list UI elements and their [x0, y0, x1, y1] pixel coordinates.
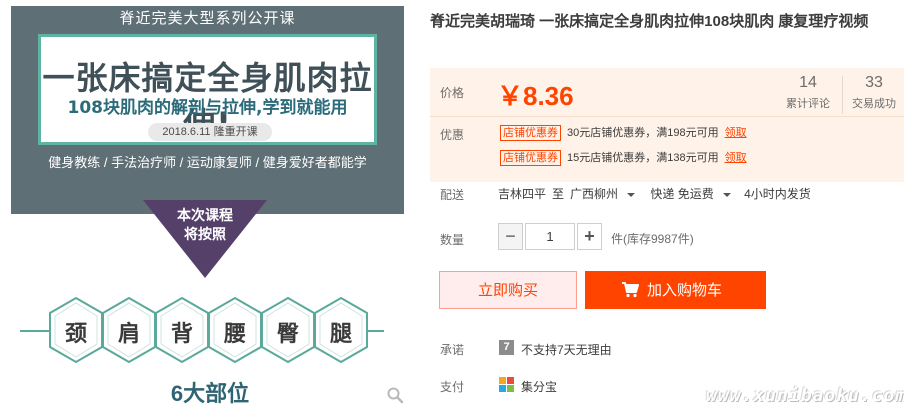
shipping-destination-select[interactable]: 广西柳州 [570, 187, 636, 201]
shipping-dispatch-time: 4小时内发货 [744, 187, 811, 201]
reviews-stat[interactable]: 14 累计评论 [779, 74, 837, 111]
banner-audience: 健身教练 / 手法治疗师 / 运动康复师 / 健身爱好者都能学 [48, 155, 367, 170]
hex-label: 腿 [329, 321, 352, 346]
arrow-text-line-2: 将按照 [184, 226, 226, 242]
coupon-row: 店铺优惠券 15元店铺优惠券，满138元可用 领取 [500, 150, 747, 167]
coupon-tag: 店铺优惠券 [500, 125, 561, 141]
hexagon-leg: 腿 [313, 296, 369, 364]
chevron-down-icon [722, 192, 731, 197]
shipping-method: 快递 免运费 [650, 187, 714, 201]
hex-label: 背 [170, 321, 193, 346]
reviews-count: 14 [799, 74, 817, 91]
magnifier-icon[interactable] [386, 386, 404, 404]
no-return-icon: 7 [499, 340, 514, 355]
price-label: 价格 [440, 86, 465, 100]
shipping-method-select[interactable]: 快递 免运费 [650, 187, 731, 201]
payment-label: 支付 [440, 380, 465, 394]
banner-series-label: 脊近完美大型系列公开课 [119, 10, 296, 27]
hexagon-waist: 腰 [207, 296, 263, 364]
promo-label: 优惠 [440, 128, 465, 142]
stock-text: 件(库存9987件) [611, 232, 694, 246]
parts-count-label: 6大部位 [170, 381, 250, 406]
stat-divider [842, 76, 843, 114]
arrow-text-line-1: 本次课程 [177, 207, 233, 223]
hexagon-hip: 臀 [260, 296, 316, 364]
hexagon-shoulder: 肩 [101, 296, 157, 364]
sales-stat: 33 交易成功 [845, 74, 903, 111]
shipping-destination: 广西柳州 [570, 187, 619, 201]
hexagon-neck: 颈 [48, 296, 104, 364]
product-title: 脊近完美胡瑞琦 一张床搞定全身肌肉拉伸108块肌肉 康复理疗视频 [430, 13, 869, 30]
quantity-decrease-button[interactable]: − [498, 223, 523, 250]
cart-icon [622, 282, 639, 298]
reviews-caption: 累计评论 [786, 98, 830, 110]
quantity-input[interactable] [525, 223, 575, 250]
sales-caption: 交易成功 [852, 98, 896, 110]
hex-label: 颈 [64, 321, 87, 346]
jifenbao-icon [499, 377, 514, 392]
quantity-label: 数量 [440, 233, 465, 247]
site-watermark: www.xunibaoku.com [706, 385, 904, 406]
price-panel: 价格 ￥8.36 14 累计评论 33 交易成功 优惠 店铺优惠券 30元店铺优惠… [430, 68, 904, 182]
coupon-claim-link[interactable]: 领取 [725, 150, 747, 166]
coupon-text: 30元店铺优惠券，满198元可用 [567, 127, 719, 139]
coupon-claim-link[interactable]: 领取 [725, 125, 747, 141]
add-to-cart-label: 加入购物车 [647, 281, 723, 299]
hex-label: 腰 [223, 321, 246, 346]
shipping-origin: 吉林四平 [498, 187, 547, 201]
body-parts-row: 颈 肩 背 腰 臀 腿 [48, 296, 368, 364]
promise-text: 不支持7天无理由 [521, 343, 612, 357]
hexagon-back: 背 [154, 296, 210, 364]
hex-label: 臀 [276, 321, 299, 346]
shipping-to-word: 至 [552, 187, 565, 201]
shipping-label: 配送 [440, 188, 465, 202]
coupon-tag: 店铺优惠券 [500, 150, 561, 166]
coupon-row: 店铺优惠券 30元店铺优惠券，满198元可用 领取 [500, 125, 747, 142]
price-value: ￥8.36 [497, 81, 574, 111]
add-to-cart-button[interactable]: 加入购物车 [585, 271, 766, 309]
shipping-row: 吉林四平至广西柳州 快递 免运费 4小时内发货 [498, 185, 817, 202]
banner-subheadline: 108块肌肉的解剖与拉伸,学到就能用 [67, 98, 348, 118]
buy-now-button[interactable]: 立即购买 [439, 271, 577, 309]
hex-label: 肩 [117, 321, 140, 346]
product-main-image[interactable]: 脊近完美大型系列公开课 一张床搞定全身肌肉拉伸! 108块肌肉的解剖与拉伸,学到… [0, 0, 420, 411]
payment-method-text: 集分宝 [521, 380, 558, 394]
sales-count: 33 [865, 74, 883, 91]
promise-label: 承诺 [440, 343, 465, 357]
banner-card: 一张床搞定全身肌肉拉伸! 108块肌肉的解剖与拉伸,学到就能用 2018.6.1… [38, 34, 377, 145]
promo-divider [430, 116, 904, 117]
arrow-text: 本次课程 将按照 [150, 206, 260, 244]
quantity-increase-button[interactable]: + [577, 223, 602, 250]
chevron-down-icon [627, 192, 636, 197]
coupon-text: 15元店铺优惠券，满138元可用 [567, 152, 719, 164]
course-banner: 脊近完美大型系列公开课 一张床搞定全身肌肉拉伸! 108块肌肉的解剖与拉伸,学到… [11, 6, 404, 214]
banner-date-badge: 2018.6.11 隆重开课 [148, 123, 272, 141]
